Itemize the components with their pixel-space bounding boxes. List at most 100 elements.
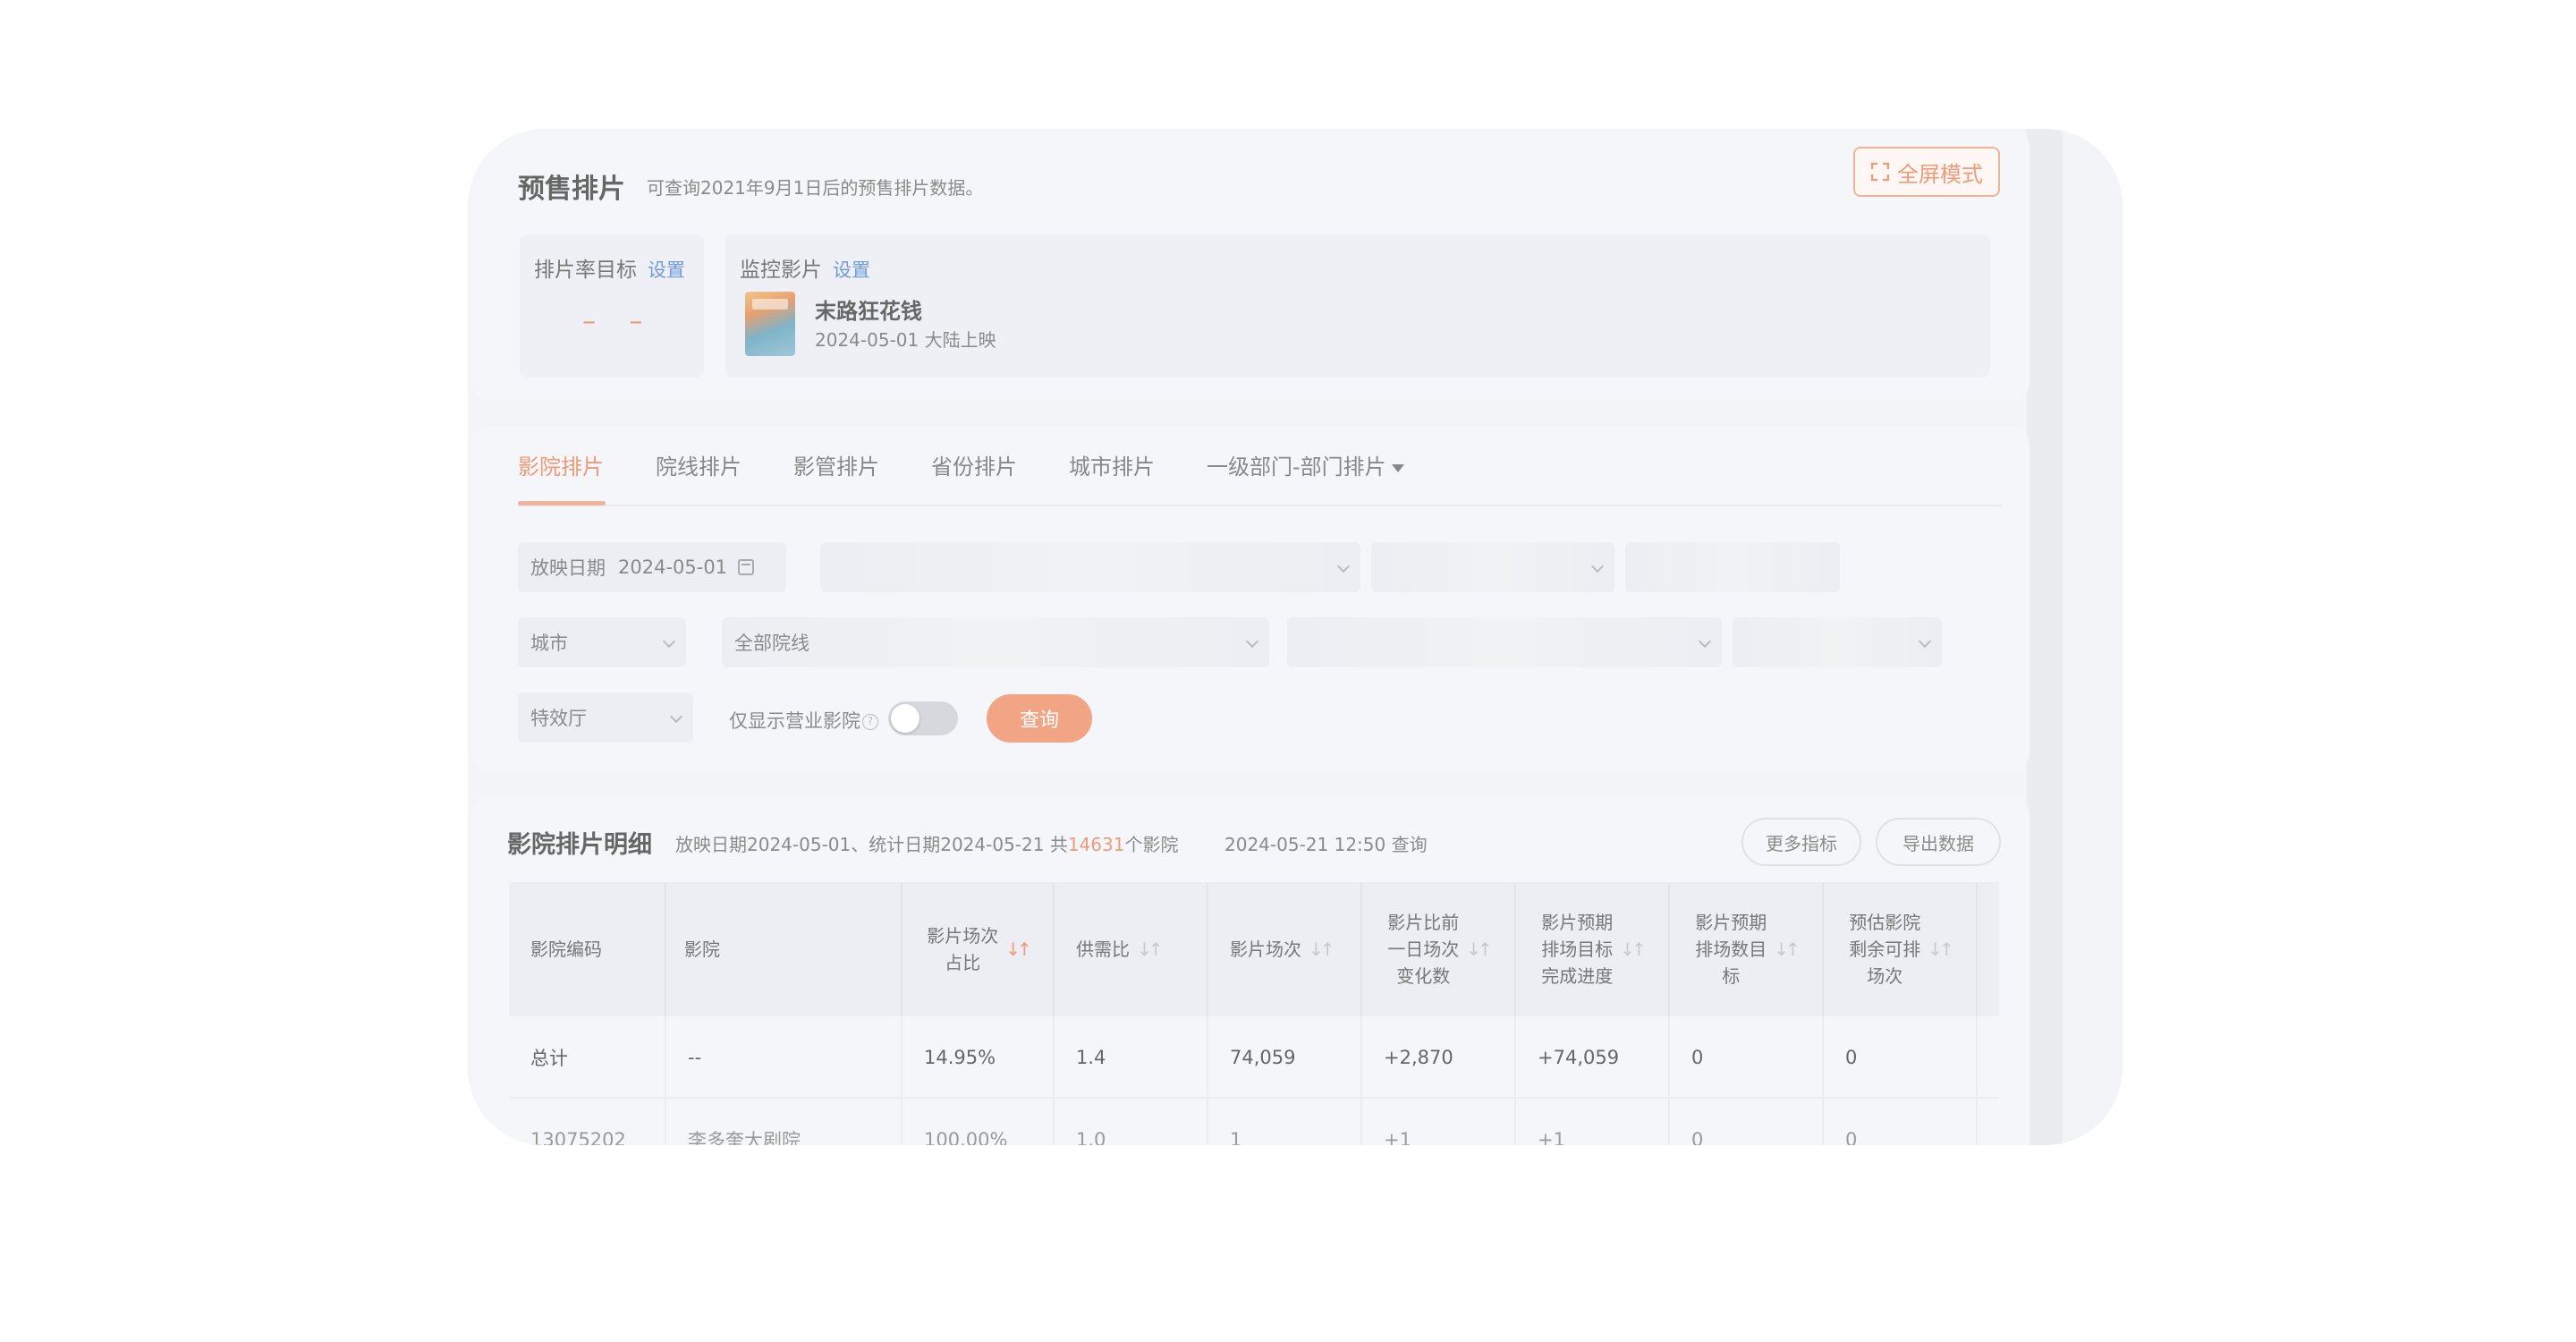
tab-chain-schedule[interactable]: 院线排片 bbox=[656, 449, 741, 480]
special-hall-placeholder: 特效厅 bbox=[530, 708, 587, 729]
page-description: 可查询2021年9月1日后的预售排片数据。 bbox=[647, 177, 984, 199]
cell-supply-demand: 1.0 bbox=[1055, 1099, 1208, 1145]
fullscreen-button[interactable]: 全屏模式 bbox=[1853, 147, 2000, 197]
more-metrics-button[interactable]: 更多指标 bbox=[1741, 818, 1861, 866]
th-remaining[interactable]: 预估影院 剩余可排 场次 ↓↑ bbox=[1824, 882, 1978, 1016]
tab-cinema-schedule[interactable]: 影院排片 bbox=[518, 449, 604, 480]
target-value: – – bbox=[582, 306, 656, 337]
sort-icon[interactable]: ↓↑ bbox=[1309, 936, 1335, 963]
th-next: 影 bbox=[1978, 882, 1999, 1016]
table-row[interactable]: 13075202 李多奎大剧院 100.00% 1.0 1 +1 +1 0 0 … bbox=[509, 1099, 1999, 1145]
cinema-count: 14631 bbox=[1067, 834, 1125, 855]
cell-screenings: 74,059 bbox=[1208, 1016, 1362, 1099]
th-target-count[interactable]: 影片预期 排场数目 标 ↓↑ bbox=[1670, 882, 1824, 1016]
th-target-progress[interactable]: 影片预期 排场目标 完成进度 ↓↑ bbox=[1516, 882, 1670, 1016]
th-cinema-label: 影院 bbox=[684, 939, 720, 960]
toggle-label-text: 仅显示营业影院 bbox=[729, 710, 860, 732]
toggle-knob bbox=[891, 704, 919, 733]
cell-screenings: 1 bbox=[1208, 1099, 1362, 1145]
open-only-toggle-label: 仅显示营业影院? bbox=[729, 707, 878, 734]
department-select[interactable] bbox=[1733, 617, 1942, 667]
monitor-settings-link[interactable]: 设置 bbox=[833, 259, 870, 281]
chevron-down-icon bbox=[1590, 559, 1605, 573]
scrollbar-track[interactable] bbox=[2027, 129, 2063, 1145]
tab-city-schedule[interactable]: 城市排片 bbox=[1069, 449, 1155, 480]
date-value: 2024-05-01 bbox=[618, 556, 728, 578]
cell-change: +1 bbox=[1362, 1099, 1516, 1145]
detail-meta-suffix: 个影院 bbox=[1124, 834, 1179, 855]
monitor-label: 监控影片 bbox=[740, 259, 822, 282]
cell-share: 14.95% bbox=[902, 1016, 1055, 1099]
app-window: 预售排片 可查询2021年9月1日后的预售排片数据。 全屏模式 排片率目标 设置 … bbox=[468, 129, 2123, 1145]
th-change-label: 影片比前 一日场次 变化数 bbox=[1387, 912, 1460, 987]
cell-remaining: 0 bbox=[1824, 1016, 1978, 1099]
th-supply-demand[interactable]: 供需比 ↓↑ bbox=[1055, 882, 1208, 1016]
cell-code: 13075202 bbox=[509, 1099, 666, 1145]
tab-management-schedule[interactable]: 影管排片 bbox=[793, 449, 879, 480]
extra-select[interactable] bbox=[1625, 542, 1840, 592]
sort-icon[interactable]: ↓↑ bbox=[1774, 936, 1800, 963]
chevron-down-icon bbox=[1918, 634, 1932, 649]
monitor-film-box: 监控影片 设置 末路狂花钱 2024-05-01 大陆上映 bbox=[725, 234, 1990, 378]
th-screenings[interactable]: 影片场次 ↓↑ bbox=[1208, 882, 1362, 1016]
help-icon[interactable]: ? bbox=[862, 714, 878, 730]
cell-next: 8 bbox=[1978, 1016, 1999, 1099]
film-title: 末路狂花钱 bbox=[815, 299, 922, 324]
cell-target-count: 0 bbox=[1670, 1099, 1824, 1145]
page-title: 预售排片 bbox=[518, 174, 625, 205]
city-placeholder: 城市 bbox=[530, 633, 568, 654]
query-button[interactable]: 查询 bbox=[987, 694, 1092, 743]
cell-remaining: 0 bbox=[1824, 1099, 1978, 1145]
cell-next: 5 bbox=[1978, 1099, 1999, 1145]
special-hall-select[interactable]: 特效厅 bbox=[518, 692, 693, 743]
target-label: 排片率目标 bbox=[534, 259, 637, 282]
cell-change: +2,870 bbox=[1362, 1016, 1516, 1099]
chevron-down-icon bbox=[1336, 559, 1351, 573]
cell-cinema: 李多奎大剧院 bbox=[666, 1099, 902, 1145]
th-cinema: 影院 bbox=[666, 882, 902, 1016]
management-select[interactable] bbox=[1287, 617, 1722, 667]
cell-target-count: 0 bbox=[1670, 1016, 1824, 1099]
target-settings-link[interactable]: 设置 bbox=[648, 259, 685, 281]
schedule-table: 影院编码 影院 影片场次 占比 ↓↑ 供需比 ↓↑ 影片场次 ↓↑ 影片比前 一日场次… bbox=[509, 882, 1999, 1145]
film-release-date: 2024-05-01 大陆上映 bbox=[815, 329, 996, 351]
query-time: 2024-05-21 12:50 查询 bbox=[1224, 834, 1428, 855]
fullscreen-icon bbox=[1870, 162, 1890, 182]
fullscreen-label: 全屏模式 bbox=[1897, 161, 1983, 187]
th-target-count-label: 影片预期 排场数目 标 bbox=[1695, 912, 1767, 987]
chevron-down-icon bbox=[662, 634, 676, 649]
chain-select[interactable]: 全部院线 bbox=[722, 617, 1269, 667]
schedule-rate-target-box: 排片率目标 设置 – – bbox=[520, 234, 704, 378]
version-select[interactable] bbox=[1371, 542, 1614, 592]
detail-meta: 放映日期2024-05-01、统计日期2024-05-21 共14631个影院 bbox=[675, 830, 1178, 856]
city-select[interactable]: 城市 bbox=[518, 617, 686, 667]
presale-summary-card: 预售排片 可查询2021年9月1日后的预售排片数据。 全屏模式 排片率目标 设置 … bbox=[471, 129, 2029, 401]
cell-supply-demand: 1.4 bbox=[1055, 1016, 1208, 1099]
open-only-toggle[interactable] bbox=[888, 701, 958, 735]
detail-meta-prefix: 放映日期2024-05-01、统计日期2024-05-21 共 bbox=[675, 834, 1068, 855]
cell-share: 100.00% bbox=[902, 1099, 1055, 1145]
table-row-total[interactable]: 总计 -- 14.95% 1.4 74,059 +2,870 +74,059 0… bbox=[509, 1016, 1999, 1099]
film-poster bbox=[745, 292, 795, 356]
sort-icon[interactable]: ↓↑ bbox=[1137, 936, 1163, 963]
th-cinema-code: 影院编码 bbox=[509, 882, 666, 1016]
sort-icon[interactable]: ↓↑ bbox=[1928, 936, 1953, 963]
chain-value: 全部院线 bbox=[734, 633, 809, 654]
tab-department-label: 一级部门-部门排片 bbox=[1207, 454, 1386, 480]
sort-icon[interactable]: ↓↑ bbox=[1620, 936, 1646, 963]
film-select[interactable] bbox=[820, 542, 1360, 592]
calendar-icon bbox=[738, 559, 755, 575]
tab-bar: 影院排片 院线排片 影管排片 省份排片 城市排片 一级部门-部门排片 bbox=[518, 426, 2003, 506]
tab-department-schedule[interactable]: 一级部门-部门排片 bbox=[1207, 449, 1404, 480]
sort-active-icon[interactable]: ↓↑ bbox=[1005, 936, 1031, 963]
sort-icon[interactable]: ↓↑ bbox=[1466, 936, 1492, 963]
export-data-button[interactable]: 导出数据 bbox=[1876, 818, 2001, 866]
th-remaining-label: 预估影院 剩余可排 场次 bbox=[1849, 912, 1921, 987]
active-tab-indicator bbox=[518, 501, 606, 505]
target-label-row: 排片率目标 设置 bbox=[534, 252, 685, 283]
date-picker[interactable]: 放映日期 2024-05-01 bbox=[518, 542, 786, 592]
tab-province-schedule[interactable]: 省份排片 bbox=[931, 449, 1017, 480]
th-change[interactable]: 影片比前 一日场次 变化数 ↓↑ bbox=[1362, 882, 1516, 1016]
th-screenings-label: 影片场次 bbox=[1230, 939, 1301, 960]
th-share[interactable]: 影片场次 占比 ↓↑ bbox=[902, 882, 1055, 1016]
